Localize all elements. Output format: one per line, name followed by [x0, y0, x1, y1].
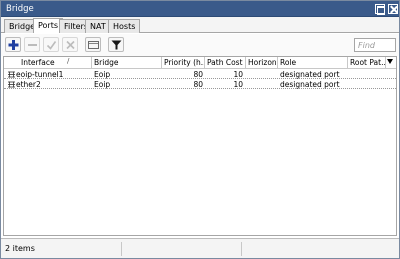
- enable-button[interactable]: [43, 37, 59, 52]
- bridge-window: Bridge Bridge Ports Filters NAT Hosts Fi…: [0, 0, 400, 259]
- minus-icon: [28, 44, 37, 46]
- cell-interface: ether2: [16, 80, 41, 89]
- cell-priority: 80: [193, 70, 203, 79]
- column-interface[interactable]: Interface: [4, 57, 92, 69]
- column-menu-icon[interactable]: [387, 59, 393, 64]
- ports-table: Interface / Bridge Priority (h... Path C…: [3, 56, 397, 236]
- close-button[interactable]: [388, 4, 398, 14]
- column-bridge[interactable]: Bridge: [92, 57, 162, 69]
- tab-hosts[interactable]: Hosts: [108, 19, 141, 33]
- filter-button[interactable]: [108, 37, 124, 52]
- toolbar: [1, 34, 399, 56]
- cell-priority: 80: [193, 80, 203, 89]
- status-bar: 2 items: [1, 238, 399, 258]
- column-role[interactable]: Role: [278, 57, 348, 69]
- column-path-cost[interactable]: Path Cost: [205, 57, 246, 69]
- cell-horizon: [248, 70, 276, 79]
- table-row[interactable]: ether2 Eoip 80 10 designated port: [4, 80, 396, 89]
- cell-bridge: Eoip: [94, 80, 111, 89]
- status-divider: [241, 242, 242, 256]
- tab-nat[interactable]: NAT: [85, 19, 111, 33]
- cell-bridge: Eoip: [94, 70, 111, 79]
- item-count: 2 items: [5, 244, 35, 253]
- status-divider: [121, 242, 122, 256]
- disable-button[interactable]: [62, 37, 78, 52]
- comment-button[interactable]: [85, 37, 101, 52]
- sort-indicator: /: [67, 57, 70, 65]
- find-input[interactable]: [354, 38, 396, 52]
- table-header: Interface / Bridge Priority (h... Path C…: [4, 57, 396, 69]
- comment-icon: [88, 41, 99, 49]
- cell-path-cost: 10: [233, 70, 243, 79]
- table-row[interactable]: eoip-tunnel1 Eoip 80 10 designated port: [4, 70, 396, 79]
- column-horizon[interactable]: Horizon: [246, 57, 278, 69]
- cell-root-path: [350, 80, 386, 89]
- column-root-path[interactable]: Root Pat...: [348, 57, 386, 69]
- cell-role: designated port: [280, 80, 340, 89]
- cell-horizon: [248, 80, 276, 89]
- cell-interface: eoip-tunnel1: [16, 70, 64, 79]
- interface-icon: [8, 81, 15, 88]
- cell-role: designated port: [280, 70, 340, 79]
- filter-icon: [111, 40, 122, 50]
- tab-strip: Bridge Ports Filters NAT Hosts: [1, 17, 399, 33]
- title-bar[interactable]: Bridge: [1, 1, 399, 17]
- remove-button[interactable]: [24, 37, 40, 52]
- interface-icon: [8, 71, 15, 78]
- cell-root-path: [350, 70, 386, 79]
- add-button[interactable]: [5, 37, 21, 52]
- column-priority[interactable]: Priority (h...: [162, 57, 205, 69]
- cell-path-cost: 10: [233, 80, 243, 89]
- restore-button[interactable]: [375, 4, 385, 15]
- check-icon: [46, 41, 57, 50]
- window-title: Bridge: [6, 4, 34, 14]
- plus-icon: [8, 40, 19, 50]
- cross-icon: [66, 40, 75, 50]
